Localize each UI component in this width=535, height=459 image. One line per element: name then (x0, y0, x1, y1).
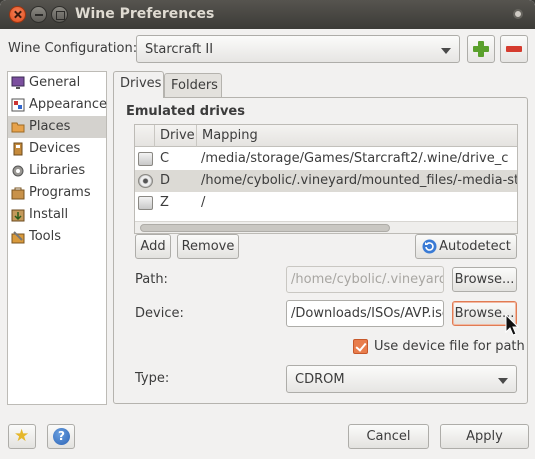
sidebar-item-label: Libraries (29, 163, 86, 178)
button-label: Apply (466, 429, 503, 444)
path-browse-button[interactable]: Browse... (452, 267, 517, 292)
path-value: /home/cybolic/.vineyard/ (291, 272, 444, 287)
add-configuration-button[interactable] (467, 35, 495, 63)
sidebar-item-label: Install (29, 207, 69, 222)
monitor-icon (11, 76, 25, 89)
chevron-down-icon (498, 378, 508, 384)
table-header-drive[interactable]: Drive (155, 125, 197, 147)
sidebar-item-programs[interactable]: Programs (8, 182, 106, 204)
table-header-label: Drive (160, 128, 195, 143)
sidebar: General Appearance Places Devices Librar… (7, 71, 107, 405)
hard-disk-icon (138, 196, 153, 210)
appearance-icon (11, 98, 25, 112)
apply-button[interactable]: Apply (440, 424, 529, 449)
device-label: Device: (135, 306, 184, 321)
sidebar-item-label: Appearance (29, 97, 108, 112)
help-icon: ? (53, 428, 70, 445)
tab-folders[interactable]: Folders (164, 73, 222, 98)
table-header-label: Mapping (202, 128, 258, 143)
remove-drive-button[interactable]: Remove (177, 234, 239, 259)
drive-mapping: / (201, 195, 206, 210)
scrollbar-thumb[interactable] (140, 224, 390, 232)
drive-letter: C (160, 151, 170, 166)
drive-letter: D (160, 173, 171, 188)
cancel-button[interactable]: Cancel (348, 424, 429, 449)
sidebar-item-general[interactable]: General (8, 72, 106, 94)
star-icon: ★ (14, 426, 30, 446)
window-title: Wine Preferences (75, 6, 215, 22)
path-field: /home/cybolic/.vineyard/ (286, 266, 444, 293)
use-device-file-label[interactable]: Use device file for path (374, 339, 525, 354)
use-device-file-checkbox[interactable] (353, 339, 368, 354)
drives-table: Drive Mapping C /media/storage/Games/Sta… (134, 124, 518, 234)
drive-letter: Z (160, 195, 169, 210)
device-value: /Downloads/ISOs/AVP.iso (291, 306, 444, 321)
wine-configuration-label: Wine Configuration: (8, 41, 138, 56)
sidebar-item-label: Places (29, 119, 71, 134)
minimize-window-button[interactable] (30, 6, 47, 23)
chevron-down-icon (441, 48, 451, 54)
folder-icon (11, 122, 25, 133)
hard-disk-icon (138, 152, 153, 166)
sidebar-item-install[interactable]: Install (8, 204, 106, 226)
install-icon (11, 209, 25, 222)
wine-preferences-window: Wine Preferences Wine Configuration: Sta… (0, 0, 535, 459)
wine-configuration-select[interactable]: Starcraft II (136, 35, 460, 63)
button-label: Add (140, 239, 166, 254)
sidebar-item-label: Tools (29, 229, 62, 244)
drive-type-select[interactable]: CDROM (286, 365, 517, 393)
button-label: Remove (181, 239, 235, 254)
refresh-icon (422, 239, 437, 254)
remove-configuration-button[interactable] (500, 35, 528, 63)
help-button[interactable]: ? (47, 424, 75, 449)
window-menu-icon[interactable] (513, 9, 523, 19)
close-window-button[interactable] (9, 6, 26, 23)
table-header-mapping[interactable]: Mapping (197, 125, 517, 147)
sidebar-item-label: Programs (29, 185, 91, 200)
button-label: Browse... (454, 272, 515, 287)
table-row[interactable]: D /home/cybolic/.vineyard/mounted_files/… (135, 170, 518, 192)
drive-mapping: /home/cybolic/.vineyard/mounted_files/-m… (201, 173, 518, 188)
button-label: Autodetect (439, 239, 511, 254)
minus-icon (506, 46, 522, 52)
path-label: Path: (135, 272, 168, 287)
sidebar-item-tools[interactable]: Tools (8, 226, 106, 248)
sidebar-item-label: Devices (29, 141, 81, 156)
gear-icon (12, 165, 24, 177)
plus-icon (473, 41, 489, 57)
tab-label: Drives (120, 76, 162, 91)
tab-label: Folders (171, 78, 218, 93)
device-field[interactable]: /Downloads/ISOs/AVP.iso (286, 300, 444, 327)
programs-icon (11, 187, 25, 200)
sidebar-item-devices[interactable]: Devices (8, 138, 106, 160)
table-row[interactable]: C /media/storage/Games/Starcraft2/.wine/… (135, 148, 517, 170)
drive-type-value: CDROM (295, 372, 345, 387)
drive-mapping: /media/storage/Games/Starcraft2/.wine/dr… (201, 151, 509, 166)
emulated-drives-heading: Emulated drives (126, 104, 245, 119)
type-label: Type: (135, 371, 170, 386)
sidebar-item-places[interactable]: Places (8, 116, 106, 138)
button-label: Cancel (366, 429, 411, 444)
autodetect-button[interactable]: Autodetect (415, 234, 517, 259)
table-row[interactable]: Z / (135, 192, 517, 214)
title-bar[interactable]: Wine Preferences (0, 0, 535, 29)
tab-drives[interactable]: Drives (113, 71, 164, 98)
devices-icon (13, 142, 23, 156)
add-drive-button[interactable]: Add (135, 234, 171, 259)
sidebar-item-label: General (29, 75, 81, 90)
tools-icon (11, 231, 25, 244)
sidebar-item-libraries[interactable]: Libraries (8, 160, 106, 182)
table-horizontal-scrollbar[interactable] (135, 221, 517, 233)
mouse-cursor-icon (505, 314, 519, 336)
cdrom-icon (138, 174, 153, 188)
maximize-window-button[interactable] (51, 6, 68, 23)
table-header-icon (135, 125, 155, 147)
wine-configuration-value: Starcraft II (145, 42, 214, 57)
favorite-button[interactable]: ★ (8, 424, 36, 449)
sidebar-item-appearance[interactable]: Appearance (8, 94, 108, 116)
